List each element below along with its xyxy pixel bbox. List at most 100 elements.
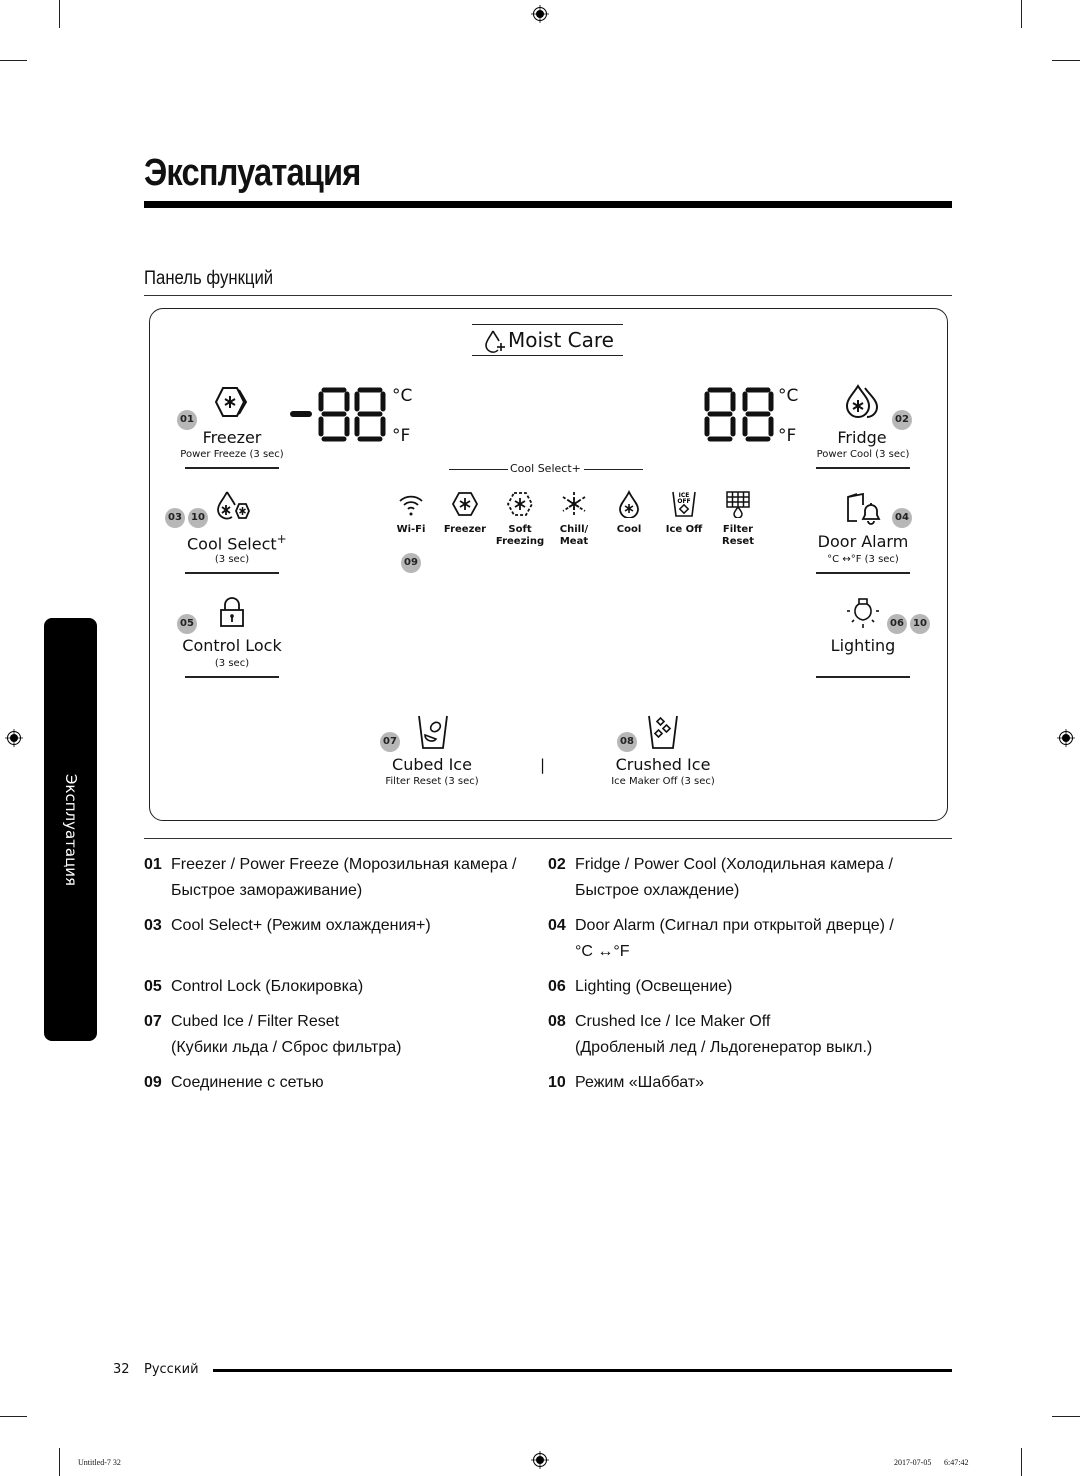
- crushed-ice-button[interactable]: Crushed Ice: [610, 755, 716, 774]
- registration-mark-icon: [531, 5, 549, 23]
- cool-select-header-rule-left: [449, 469, 508, 470]
- cool-select-button[interactable]: Cool Select+: [187, 532, 287, 553]
- fridge-temp-display: [704, 387, 774, 442]
- legend-text: °C ↔°F: [575, 943, 630, 960]
- status-item-label: Freezer: [435, 524, 495, 536]
- freezer-button[interactable]: Freezer: [190, 428, 274, 447]
- power-freeze-hint: Power Freeze (3 sec): [180, 449, 284, 460]
- fridge-unit-c: °C: [778, 386, 799, 406]
- cubed-ice-glass-icon: [418, 715, 448, 749]
- ice-maker-off-hint: Ice Maker Off (3 sec): [611, 776, 715, 787]
- side-tab: Эксплуатация: [44, 618, 97, 1041]
- legend-number: 09: [144, 1074, 162, 1091]
- print-time: 6:47:42: [944, 1458, 969, 1467]
- registration-mark-icon: [5, 729, 23, 747]
- crop-mark: [0, 60, 27, 61]
- page-language: Русский: [144, 1362, 199, 1377]
- control-lock-underline: [185, 676, 279, 678]
- badge-02: 02: [892, 410, 912, 430]
- status-item-label: Cool: [599, 524, 659, 536]
- freezer-hexagon-icon: [214, 387, 248, 417]
- badge-04: 04: [892, 508, 912, 528]
- side-tab-label: Эксплуатация: [61, 773, 80, 886]
- legend-text: Freezer / Power Freeze (Морозильная каме…: [171, 856, 517, 873]
- section-title: Панель функций: [144, 268, 274, 289]
- cool-select-icon: [217, 491, 250, 520]
- crushed-ice-glass-icon: [648, 715, 678, 749]
- moist-care-button[interactable]: Moist Care: [508, 328, 614, 352]
- status-label-line1: Ice Off: [665, 524, 703, 535]
- status-label-line2: Freezing: [495, 536, 545, 547]
- crop-mark: [1052, 1416, 1080, 1417]
- moist-care-top-rule: [472, 324, 623, 326]
- freezer-unit-c: °C: [392, 386, 413, 406]
- legend-text: Cubed Ice / Filter Reset: [171, 1013, 340, 1030]
- legend-number: 07: [144, 1013, 162, 1030]
- lighting-bulb-icon: [847, 598, 879, 628]
- cool-select-plus: +: [276, 532, 287, 546]
- ice-off-glyph-bottom: OFF: [677, 498, 690, 505]
- status-label-line1: Wi-Fi: [396, 524, 426, 535]
- status-label-line1: Freezer: [443, 524, 487, 535]
- lighting-button[interactable]: Lighting: [816, 636, 910, 655]
- badge-10: 10: [188, 508, 208, 528]
- legend-number: 04: [548, 917, 566, 934]
- filter-reset-hint: Filter Reset (3 sec): [385, 776, 479, 787]
- door-alarm-icon: [847, 492, 881, 525]
- door-alarm-button[interactable]: Door Alarm: [812, 532, 914, 551]
- print-file-info: Untitled-7 32: [78, 1458, 121, 1467]
- badge-06: 06: [887, 614, 907, 634]
- freezer-underline: [185, 467, 279, 469]
- status-label-line2: Meat: [559, 536, 589, 547]
- temp-unit-toggle-hint: °C ↔°F (3 sec): [827, 554, 899, 565]
- badge-03: 03: [165, 508, 185, 528]
- status-label-line1: Soft: [508, 524, 532, 535]
- legend-text: Быстрое замораживание): [171, 882, 363, 899]
- badge-09: 09: [401, 553, 421, 573]
- control-lock-button[interactable]: Control Lock: [178, 636, 286, 655]
- fridge-underline: [816, 467, 910, 469]
- badge-10: 10: [910, 614, 930, 634]
- freezer-temp-display: [290, 387, 386, 442]
- freezer-icon: [451, 492, 479, 516]
- legend-number: 03: [144, 917, 162, 934]
- filter-reset-icon: [726, 491, 750, 518]
- legend-text: Cool Select+ (Режим охлаждения+): [171, 917, 431, 934]
- minus-segment: [290, 411, 312, 417]
- legend-number: 10: [548, 1074, 566, 1091]
- power-cool-hint: Power Cool (3 sec): [816, 449, 910, 460]
- legend-text: Быстрое охлаждение): [575, 882, 740, 899]
- print-date: 2017-07-05: [894, 1458, 932, 1467]
- section-rule: [144, 295, 952, 296]
- fridge-button[interactable]: Fridge: [820, 428, 904, 447]
- cool-select-underline: [185, 572, 279, 574]
- status-item-label: Chill/Meat: [544, 524, 604, 548]
- legend-text: Fridge / Power Cool (Холодильная камера …: [575, 856, 893, 873]
- lock-icon: [220, 597, 244, 627]
- crop-mark: [1021, 1448, 1022, 1476]
- badge-08: 08: [617, 732, 637, 752]
- badge-07: 07: [380, 732, 400, 752]
- crop-mark: [1052, 60, 1080, 61]
- panel-bottom-rule: [144, 838, 952, 839]
- status-label-line2: Reset: [722, 536, 754, 547]
- door-alarm-underline: [816, 572, 910, 574]
- legend-text: Соединение с сетью: [171, 1074, 324, 1091]
- legend-number: 01: [144, 856, 162, 873]
- title-rule: [144, 201, 952, 208]
- cool-select-hint: (3 sec): [214, 554, 250, 565]
- legend-number: 02: [548, 856, 566, 873]
- status-item-label: Filter Reset: [708, 524, 768, 548]
- registration-mark-icon: [531, 1451, 549, 1469]
- status-item-label: Ice Off: [654, 524, 714, 536]
- ice-separator: |: [540, 756, 546, 774]
- legend-number: 05: [144, 978, 162, 995]
- cool-select-header: Cool Select+: [510, 462, 581, 475]
- badge-01: 01: [177, 410, 197, 430]
- status-item-label: Wi-Fi: [381, 524, 441, 536]
- cubed-ice-button[interactable]: Cubed Ice: [382, 755, 482, 774]
- legend-text: (Кубики льда / Сброс фильтра): [171, 1039, 402, 1056]
- ice-off-icon: ICEOFF: [672, 491, 696, 517]
- status-label-line1: Cool: [616, 524, 642, 535]
- crop-mark: [59, 0, 60, 28]
